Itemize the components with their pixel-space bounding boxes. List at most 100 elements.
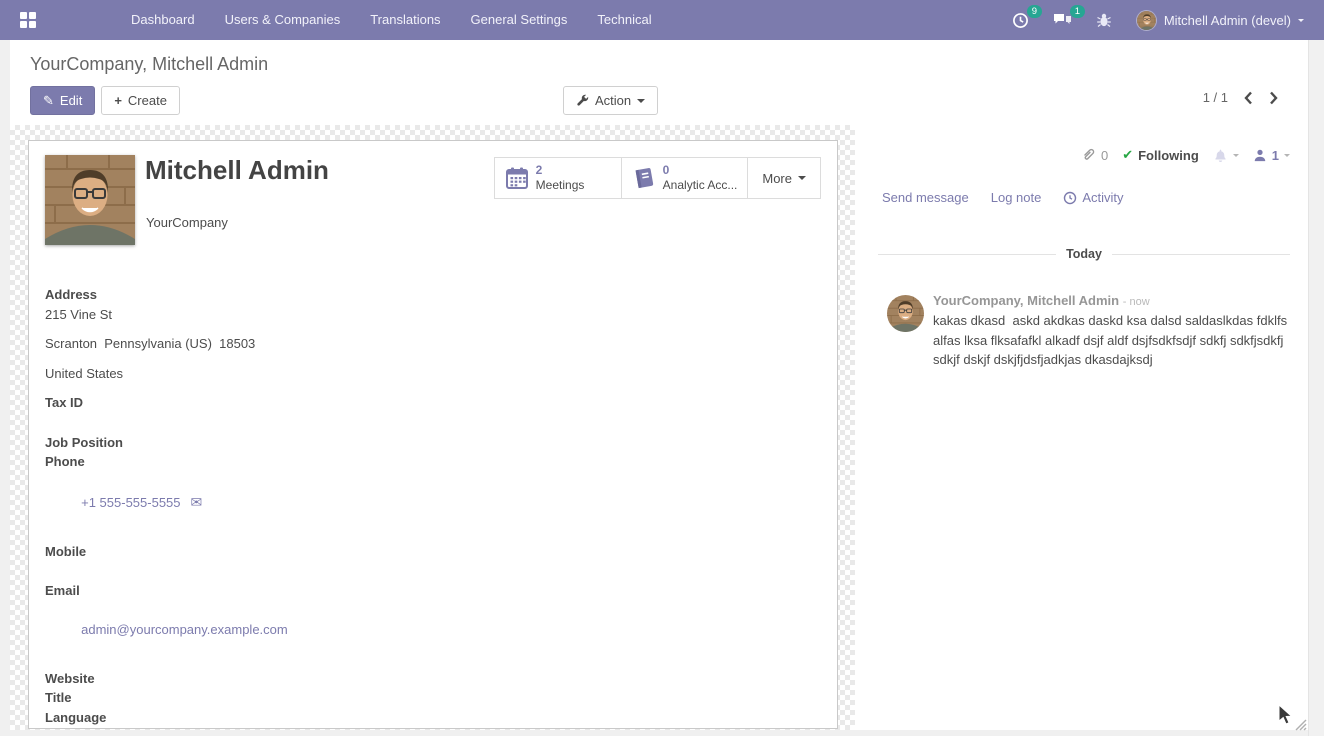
control-panel: YourCompany, Mitchell Admin ✎ Edit + Cre… xyxy=(10,40,1308,125)
phone-link[interactable]: +1 555-555-5555 xyxy=(81,495,180,510)
pager-next-icon[interactable] xyxy=(1269,91,1278,105)
horizontal-scrollbar[interactable] xyxy=(10,730,1308,736)
user-name: Mitchell Admin (devel) xyxy=(1164,13,1291,28)
systray: 9 1 xyxy=(1012,10,1324,31)
partner-company: YourCompany xyxy=(146,215,228,230)
resize-grip[interactable] xyxy=(1292,716,1307,731)
phone-row: +1 555-555-5555 ✉ xyxy=(45,474,465,531)
action-label: Action xyxy=(595,93,631,108)
analytic-label: Analytic Acc... xyxy=(663,178,738,193)
messages-button[interactable]: 1 xyxy=(1053,12,1072,28)
send-message-button[interactable]: Send message xyxy=(882,190,969,205)
menu-general-settings[interactable]: General Settings xyxy=(456,0,583,40)
mobile-label: Mobile xyxy=(45,542,465,561)
form-buttons: ✎ Edit + Create xyxy=(30,86,180,115)
message-author[interactable]: YourCompany, Mitchell Admin xyxy=(933,293,1119,308)
edit-label: Edit xyxy=(60,93,82,108)
breadcrumb: YourCompany, Mitchell Admin xyxy=(30,54,268,75)
wrench-icon xyxy=(576,94,589,107)
subscription-dropdown[interactable] xyxy=(1213,147,1239,163)
attachments-button[interactable]: 0 xyxy=(1081,148,1108,163)
action-dropdown-button[interactable]: Action xyxy=(563,86,658,115)
stat-button-box: 2 Meetings xyxy=(494,157,821,199)
pager-value: 1 / 1 xyxy=(1203,90,1228,105)
left-gutter xyxy=(0,40,10,736)
phone-label: Phone xyxy=(45,452,465,471)
log-note-button[interactable]: Log note xyxy=(991,190,1042,205)
debug-bug-icon[interactable] xyxy=(1096,12,1112,28)
followers-count: 1 xyxy=(1272,148,1279,163)
email-label: Email xyxy=(45,581,465,600)
following-button[interactable]: ✔ Following xyxy=(1122,147,1199,163)
pencil-icon: ✎ xyxy=(43,93,54,109)
street-value: 215 Vine St xyxy=(45,305,465,324)
address-label: Address xyxy=(45,285,465,304)
partner-photo xyxy=(45,155,135,245)
create-label: Create xyxy=(128,93,167,108)
check-icon: ✔ xyxy=(1122,147,1133,163)
website-label: Website xyxy=(45,669,465,688)
country-value: United States xyxy=(45,364,465,383)
message-author-avatar xyxy=(887,295,924,332)
meetings-label: Meetings xyxy=(536,178,585,193)
vertical-scrollbar[interactable] xyxy=(1308,40,1324,736)
bell-icon xyxy=(1213,147,1228,163)
edit-button[interactable]: ✎ Edit xyxy=(30,86,95,115)
person-icon xyxy=(1253,148,1267,162)
field-group: Address 215 Vine St Scranton Pennsylvani… xyxy=(45,285,465,736)
pager: 1 / 1 xyxy=(1203,90,1278,105)
activity-clock-icon xyxy=(1063,191,1077,205)
chatter-actions: Send message Log note Activity xyxy=(882,190,1124,205)
analytic-accounts-stat-button[interactable]: 0 Analytic Acc... xyxy=(621,158,748,198)
language-label: Language xyxy=(45,708,465,727)
menu-translations[interactable]: Translations xyxy=(355,0,455,40)
user-menu[interactable]: Mitchell Admin (devel) xyxy=(1136,10,1304,31)
top-navbar: Dashboard Users & Companies Translations… xyxy=(0,0,1324,40)
create-button[interactable]: + Create xyxy=(101,86,180,115)
analytic-count: 0 xyxy=(663,163,738,178)
sms-envelope-icon[interactable]: ✉ xyxy=(191,494,203,510)
message-header: YourCompany, Mitchell Admin - now xyxy=(933,293,1289,308)
chevron-down-icon xyxy=(1233,154,1239,157)
email-row: admin@yourcompany.example.com xyxy=(45,601,465,658)
menu-technical[interactable]: Technical xyxy=(582,0,666,40)
following-label: Following xyxy=(1138,148,1199,163)
title-label: Title xyxy=(45,688,465,707)
chat-bubbles-icon xyxy=(1053,12,1072,28)
chatter-topbar: 0 ✔ Following 1 xyxy=(1081,147,1290,163)
followers-dropdown[interactable]: 1 xyxy=(1253,148,1290,163)
paperclip-icon xyxy=(1081,148,1096,163)
main-menu: Dashboard Users & Companies Translations… xyxy=(116,0,667,40)
plus-icon: + xyxy=(114,93,122,108)
more-dropdown-button[interactable]: More xyxy=(747,158,820,198)
message: YourCompany, Mitchell Admin - now kakas … xyxy=(887,293,1289,370)
job-position-label: Job Position xyxy=(45,433,465,452)
meetings-stat-button[interactable]: 2 Meetings xyxy=(495,158,621,198)
tax-id-label: Tax ID xyxy=(45,393,465,412)
apps-menu-icon[interactable] xyxy=(20,12,36,28)
more-label: More xyxy=(762,171,792,186)
chevron-down-icon xyxy=(637,99,645,103)
schedule-activity-button[interactable]: Activity xyxy=(1063,190,1123,205)
message-body: kakas dkasd askd akdkas daskd ksa dalsd … xyxy=(933,311,1295,370)
pager-previous-icon[interactable] xyxy=(1244,91,1253,105)
activities-button[interactable]: 9 xyxy=(1012,12,1029,29)
chevron-down-icon xyxy=(1284,154,1290,157)
form-view: Mitchell Admin YourCompany xyxy=(10,125,1308,736)
odoo-app-window: Dashboard Users & Companies Translations… xyxy=(0,0,1324,736)
date-separator-label: Today xyxy=(1066,247,1102,261)
chevron-down-icon xyxy=(798,176,806,180)
user-avatar xyxy=(1136,10,1157,31)
form-sheet: Mitchell Admin YourCompany xyxy=(28,140,838,729)
partner-name: Mitchell Admin xyxy=(145,155,329,186)
calendar-icon xyxy=(505,166,529,190)
date-separator: Today xyxy=(878,247,1290,261)
menu-users-companies[interactable]: Users & Companies xyxy=(210,0,356,40)
meetings-count: 2 xyxy=(536,163,585,178)
chatter: 0 ✔ Following 1 xyxy=(855,125,1308,736)
clock-icon xyxy=(1012,12,1029,29)
email-link[interactable]: admin@yourcompany.example.com xyxy=(81,622,288,637)
activities-badge: 9 xyxy=(1027,5,1042,18)
chevron-down-icon xyxy=(1298,19,1304,22)
menu-dashboard[interactable]: Dashboard xyxy=(116,0,210,40)
